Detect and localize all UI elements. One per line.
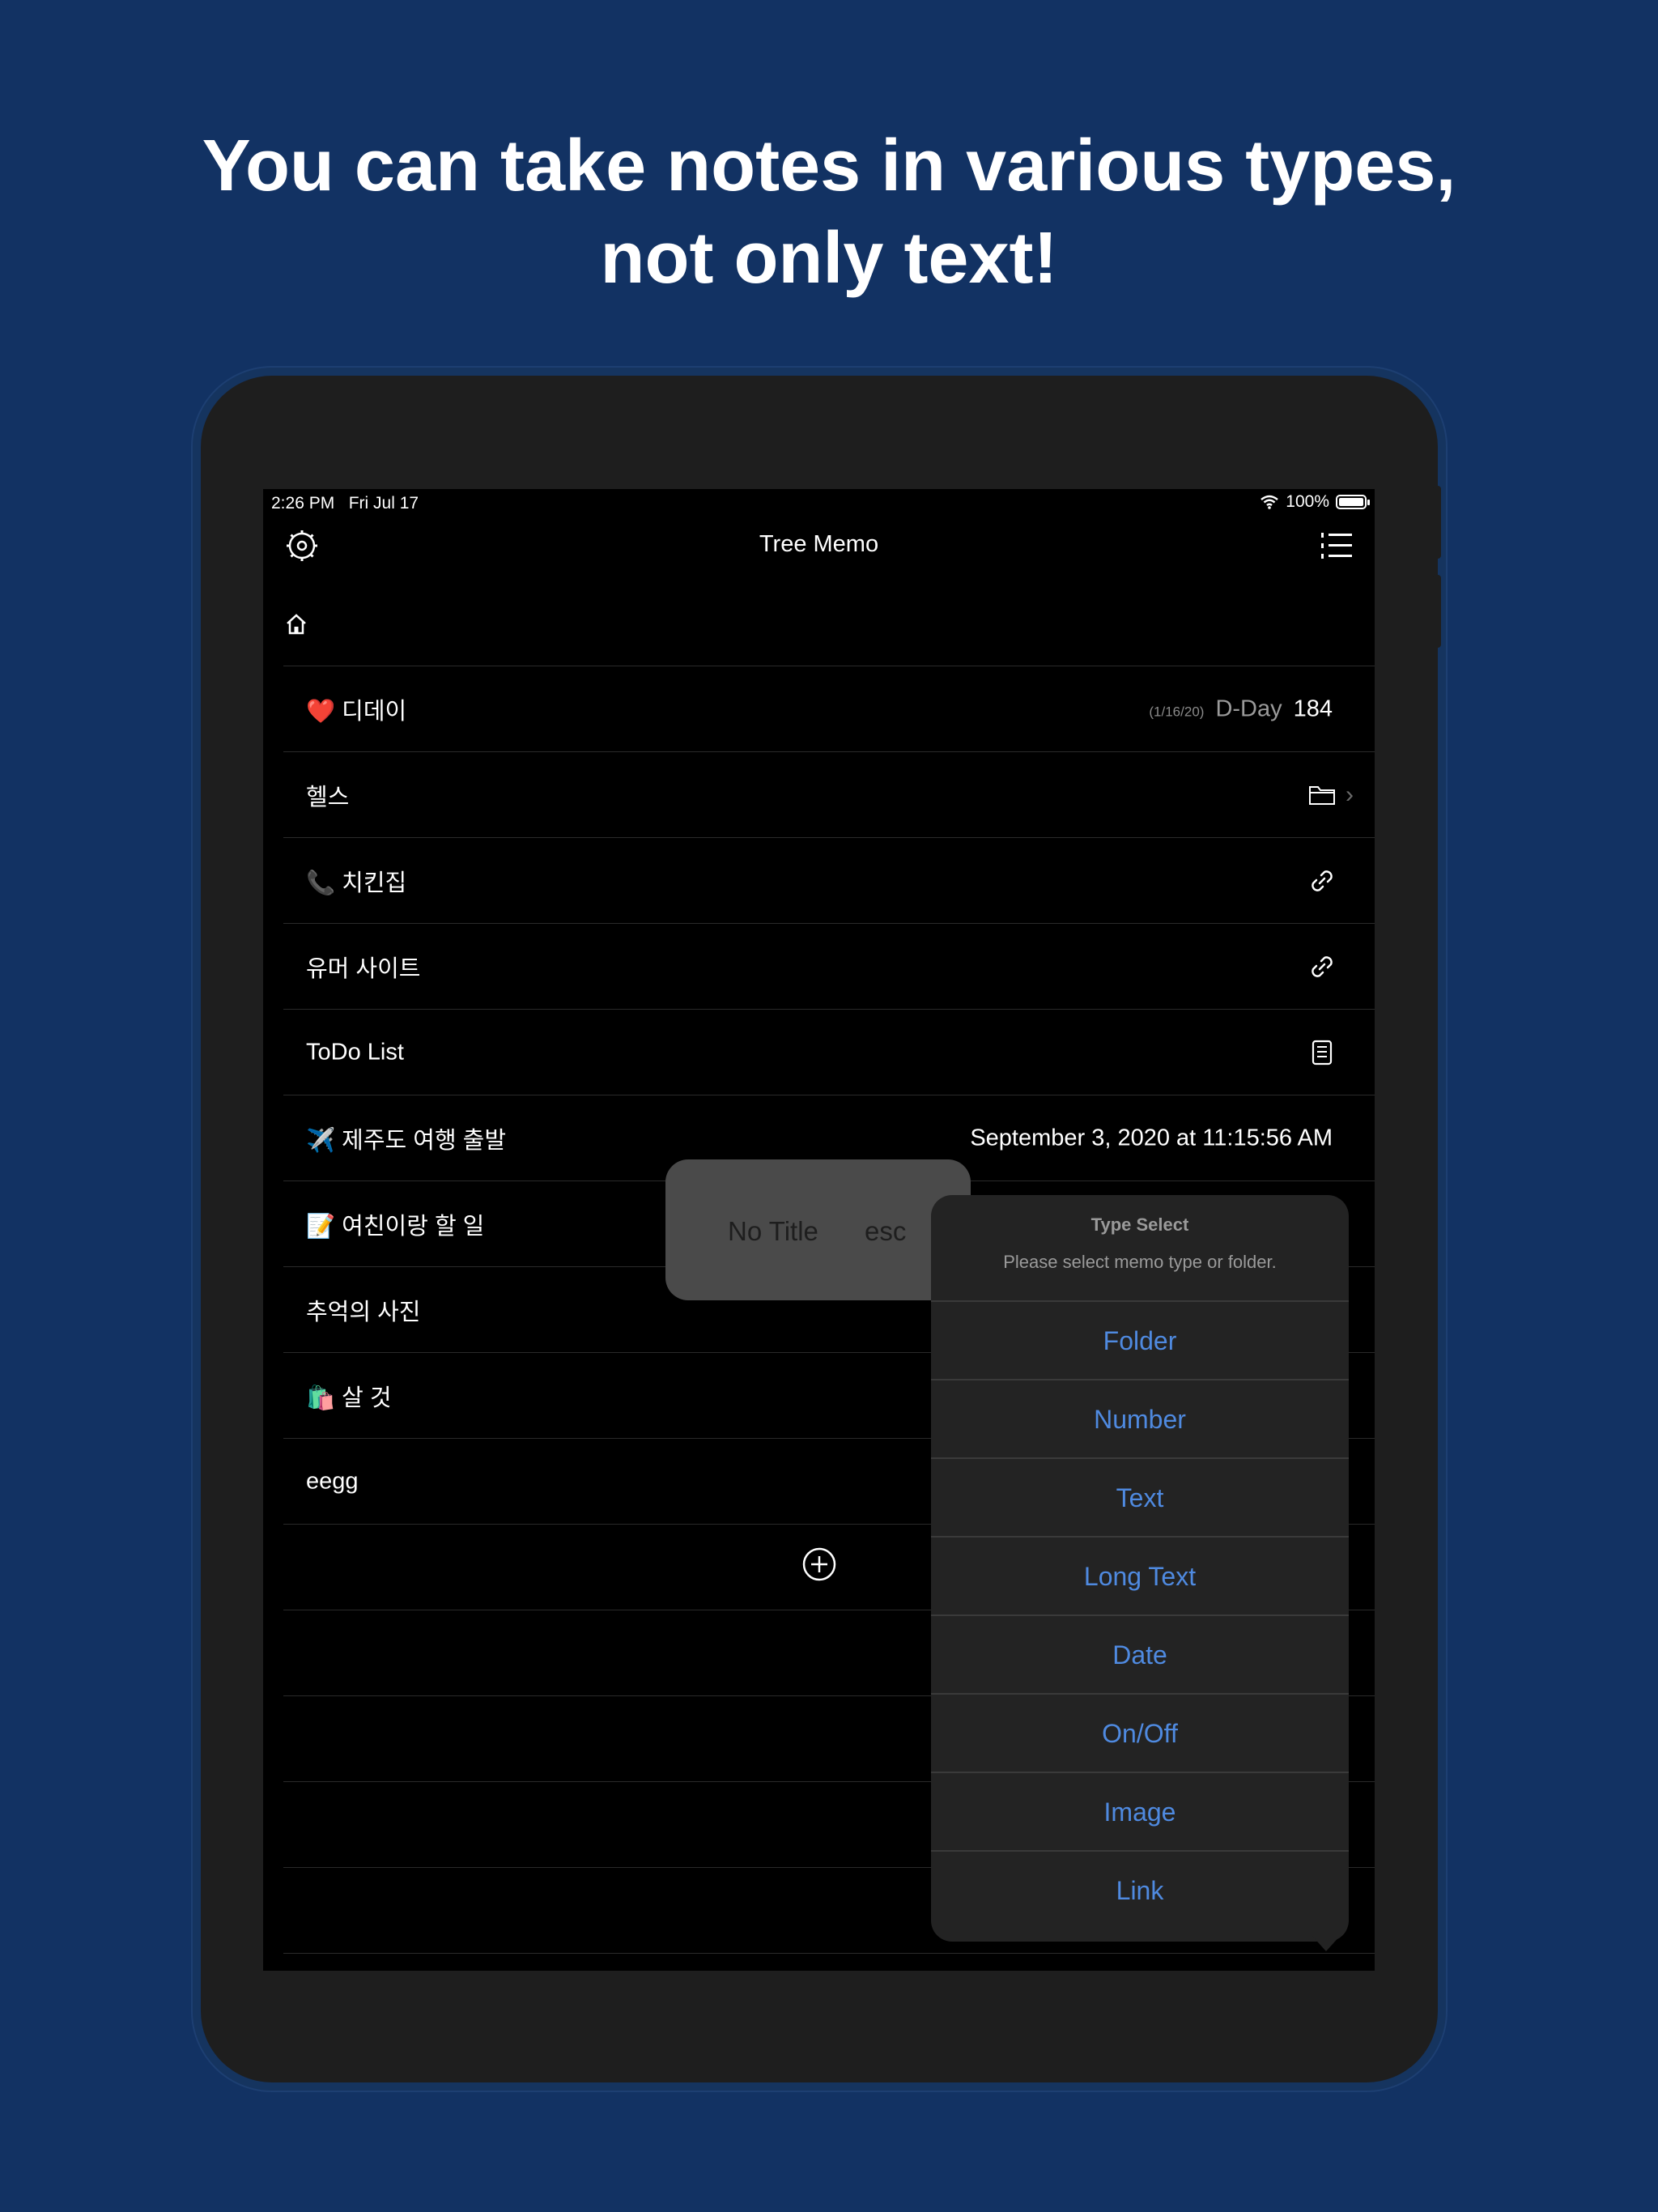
document-icon: [1312, 1040, 1333, 1065]
row-label: 치킨집: [342, 870, 407, 896]
row-label: 헬스: [306, 784, 350, 810]
list-item-link[interactable]: 유머 사이트: [283, 923, 1375, 1009]
type-select-popover: Type Select Please select memo type or f…: [931, 1195, 1349, 1942]
row-label: 추억의 사진: [306, 1299, 421, 1325]
link-icon[interactable]: [1308, 953, 1336, 981]
option-text[interactable]: Text: [931, 1457, 1349, 1538]
option-number[interactable]: Number: [931, 1379, 1349, 1459]
row-label: 제주도 여행 출발: [342, 1127, 507, 1154]
airplane-emoji: ✈️: [306, 1125, 336, 1154]
date-value: September 3, 2020 at 11:15:56 AM: [970, 1125, 1333, 1151]
row-label: eegg: [306, 1468, 359, 1494]
status-date: Fri Jul 17: [348, 494, 419, 513]
empty-row: [283, 1953, 1375, 1971]
option-date[interactable]: Date: [931, 1614, 1349, 1695]
popover-arrow: [1312, 1935, 1341, 1951]
memo-emoji: 📝: [306, 1211, 336, 1240]
dday-start-date: (1/16/20): [1149, 704, 1205, 719]
option-on-off[interactable]: On/Off: [931, 1693, 1349, 1773]
device-volume-button: [1433, 575, 1441, 648]
headline-line-2: not only text!: [600, 218, 1058, 299]
esc-button[interactable]: esc: [865, 1216, 906, 1247]
list-item-folder[interactable]: 헬스 ›: [283, 751, 1375, 837]
title-input-popup[interactable]: No Title esc: [665, 1159, 971, 1300]
list-item-link[interactable]: 📞 치킨집: [283, 837, 1375, 923]
option-folder[interactable]: Folder: [931, 1300, 1349, 1380]
status-time: 2:26 PM: [271, 494, 335, 513]
list-item-long-text[interactable]: ToDo List: [283, 1009, 1375, 1095]
shopping-bags-emoji: 🛍️: [306, 1383, 336, 1411]
headline: You can take notes in various types, not…: [0, 120, 1658, 304]
dday-count: 184: [1293, 696, 1333, 721]
battery-percent: 100%: [1286, 492, 1329, 511]
row-label: 디데이: [342, 698, 407, 725]
chevron-right-icon: ›: [1346, 781, 1354, 808]
link-icon[interactable]: [1308, 867, 1336, 895]
row-label: 여친이랑 할 일: [342, 1213, 485, 1240]
list-item-dday[interactable]: ❤️ 디데이 (1/16/20) D-Day 184: [283, 666, 1375, 751]
dday-value: (1/16/20) D-Day 184: [1149, 696, 1333, 722]
option-image[interactable]: Image: [931, 1772, 1349, 1852]
row-label: 유머 사이트: [306, 955, 421, 982]
nav-title: Tree Memo: [759, 531, 879, 557]
title-placeholder[interactable]: No Title: [728, 1216, 818, 1247]
folder-icon: [1309, 785, 1335, 805]
row-label: 살 것: [342, 1385, 392, 1411]
dday-label: D-Day: [1215, 696, 1282, 721]
option-long-text[interactable]: Long Text: [931, 1536, 1349, 1616]
device-volume-button: [1433, 486, 1441, 559]
battery-icon: [1336, 495, 1370, 509]
numbered-list-icon[interactable]: [1320, 530, 1354, 562]
app-screen: 2:26 PM Fri Jul 17 100% Tree Memo ❤️ 디데이…: [263, 489, 1375, 1971]
wifi-icon: [1261, 495, 1279, 509]
home-icon[interactable]: [284, 612, 308, 636]
type-select-title: Type Select: [1090, 1214, 1189, 1235]
status-bar-left: 2:26 PM Fri Jul 17: [271, 494, 419, 513]
row-label: ToDo List: [306, 1039, 404, 1065]
heart-emoji: ❤️: [306, 696, 336, 725]
status-bar-right: 100%: [1260, 492, 1370, 512]
headline-line-1: You can take notes in various types,: [202, 125, 1456, 206]
phone-emoji: 📞: [306, 868, 336, 896]
add-circle-icon[interactable]: [801, 1546, 837, 1582]
option-link[interactable]: Link: [931, 1850, 1349, 1930]
type-select-subtitle: Please select memo type or folder.: [1003, 1252, 1277, 1272]
